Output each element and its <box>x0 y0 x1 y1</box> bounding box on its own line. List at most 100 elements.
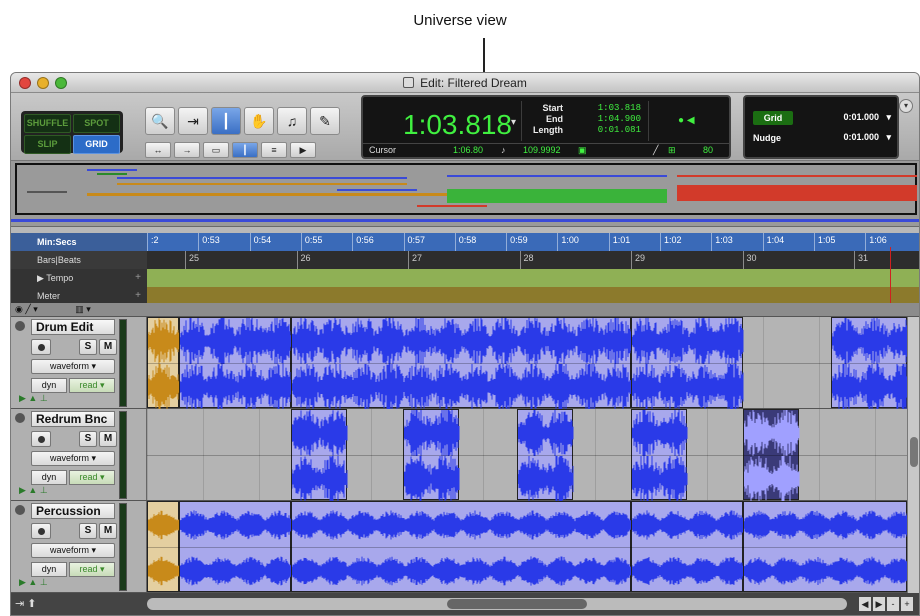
zoom-plus-icon[interactable]: + <box>901 597 913 611</box>
track-redrum-bnc: Redrum Bnc S Mwaveform ▾ dyn read ▾ ▶ ▲ ⊥ <box>11 409 919 502</box>
counter-menu-arrow-icon[interactable]: ▾ <box>511 117 516 128</box>
selector-tool-icon[interactable]: ┃ <box>211 107 241 135</box>
zoom-in-icon[interactable]: → <box>174 142 200 158</box>
playlist-selector[interactable]: dyn <box>31 470 67 485</box>
horizontal-scroll-thumb[interactable] <box>447 599 587 609</box>
timebase-rulers: Min:Secs :2 0:53 0:54 0:55 0:56 0:57 0:58 0:59 1… <box>11 229 919 305</box>
end-label: End <box>546 114 563 124</box>
waveform-channel-right <box>180 548 292 594</box>
tempo-expand-icon[interactable]: ▶ <box>37 273 46 283</box>
track-input-icons[interactable]: ▶ ▲ ⊥ <box>19 577 48 588</box>
universe-view[interactable] <box>11 161 919 227</box>
minsecs-ruler-label[interactable]: Min:Secs <box>11 233 147 251</box>
slip-mode-button[interactable]: SLIP <box>24 135 71 154</box>
universe-visible-area[interactable] <box>15 163 917 215</box>
zoomer-tool-icon[interactable]: 🔍 <box>145 107 175 135</box>
grid-row[interactable]: Grid 0:01.000 ▾ <box>753 111 893 127</box>
track-playlist-area[interactable] <box>147 501 919 592</box>
playlist-selector[interactable]: dyn <box>31 562 67 577</box>
audio-zoom-icon[interactable]: ┃ <box>232 142 258 158</box>
minsecs-tick: 0:58 <box>454 233 476 251</box>
automation-mode-selector[interactable]: read ▾ <box>69 470 115 485</box>
main-counter-value[interactable]: 1:03.818 <box>403 109 512 141</box>
bars-ruler[interactable]: Bars|Beats 25 26 27 28 29 30 31 <box>11 251 919 269</box>
waveform-channel-right <box>292 364 632 410</box>
nudge-row[interactable]: Nudge 0:01.000 ▾ <box>753 131 893 147</box>
tempo-ruler-track[interactable] <box>147 269 919 287</box>
track-level-meter <box>119 503 127 591</box>
mute-button[interactable]: M <box>99 339 117 355</box>
mute-button[interactable]: M <box>99 431 117 447</box>
track-name-field[interactable]: Drum Edit <box>31 319 115 335</box>
waveform-channel-right <box>518 456 574 502</box>
grid-dropdown-icon[interactable]: ▾ <box>886 112 891 123</box>
track-name-field[interactable]: Percussion <box>31 503 115 519</box>
start-value[interactable]: 1:03.818 <box>585 103 641 114</box>
record-enable-button[interactable] <box>31 523 51 539</box>
zoom-minus-icon[interactable]: - <box>887 597 899 611</box>
universe-clip <box>117 183 407 185</box>
track-expand-icon[interactable] <box>15 321 25 331</box>
waveform-channel-right <box>632 364 744 410</box>
zoom-preset-icon[interactable]: ▭ <box>203 142 229 158</box>
track-input-icons[interactable]: ▶ ▲ ⊥ <box>19 485 48 496</box>
track-input-icons[interactable]: ▶ ▲ ⊥ <box>19 393 48 404</box>
pencil-nudge-icon[interactable]: ╱ <box>653 145 658 156</box>
shuffle-mode-button[interactable]: SHUFFLE <box>24 114 71 133</box>
pencil-tool-icon[interactable]: ✎ <box>310 107 340 135</box>
minsecs-tick: :2 <box>147 233 159 251</box>
bars-tick: 28 <box>519 251 534 269</box>
mute-button[interactable]: M <box>99 523 117 539</box>
channel-divider <box>147 455 919 456</box>
tempo-ruler-label[interactable]: ▶ Tempo + <box>11 269 147 287</box>
track-playlist-area[interactable] <box>147 409 919 502</box>
scroll-left-icon[interactable]: ◀ <box>859 597 871 611</box>
track-name-field[interactable]: Redrum Bnc <box>31 411 115 427</box>
vertical-scroll-thumb[interactable] <box>910 437 918 467</box>
track-view-selector[interactable]: waveform ▾ <box>31 359 115 374</box>
nudge-dropdown-icon[interactable]: ▾ <box>886 132 891 143</box>
minsecs-ruler-track[interactable]: :2 0:53 0:54 0:55 0:56 0:57 0:58 0:59 1:00 1:01 1:… <box>147 233 919 251</box>
scrubber-tool-icon[interactable]: ♫ <box>277 107 307 135</box>
zoom-toggle-icon[interactable]: ▶ <box>290 142 316 158</box>
track-view-selector[interactable]: waveform ▾ <box>31 543 115 558</box>
track-expand-icon[interactable] <box>15 505 25 515</box>
grabber-tool-icon[interactable]: ✋ <box>244 107 274 135</box>
solo-button[interactable]: S <box>79 523 97 539</box>
solo-button[interactable]: S <box>79 339 97 355</box>
automation-mode-selector[interactable]: read ▾ <box>69 562 115 577</box>
minsecs-tick: 1:05 <box>813 233 835 251</box>
bars-ruler-label[interactable]: Bars|Beats <box>11 251 147 269</box>
nudge-grid-icon[interactable]: ⊞ <box>668 145 676 156</box>
vertical-scrollbar[interactable] <box>907 317 919 593</box>
track-options-icons[interactable]: ◉ ╱ ▾ ▥ ▾ <box>15 304 91 315</box>
scroll-right-icon[interactable]: ▶ <box>873 597 885 611</box>
solo-button[interactable]: S <box>79 431 97 447</box>
length-value[interactable]: 0:01.081 <box>585 125 641 136</box>
horizontal-scrollbar[interactable] <box>147 598 847 610</box>
toolbar-menu-icon[interactable]: ▾ <box>899 99 913 113</box>
automation-mode-selector[interactable]: read ▾ <box>69 378 115 393</box>
track-view-selector[interactable]: waveform ▾ <box>31 451 115 466</box>
click-icon[interactable]: ▣ <box>578 145 587 156</box>
record-enable-button[interactable] <box>31 339 51 355</box>
track-list-toggle-icon[interactable]: ⇥ ⬆ <box>15 597 37 610</box>
midi-zoom-icon[interactable]: ≡ <box>261 142 287 158</box>
end-value[interactable]: 1:04.900 <box>585 114 641 125</box>
track-expand-icon[interactable] <box>15 413 25 423</box>
zoom-out-icon[interactable]: ↔ <box>145 142 171 158</box>
universe-clip <box>27 191 67 193</box>
add-tempo-icon[interactable]: + <box>135 269 141 287</box>
track-playlist-area[interactable] <box>147 317 919 410</box>
bars-ruler-track[interactable]: 25 26 27 28 29 30 31 <box>147 251 919 269</box>
trimmer-tool-icon[interactable]: ⇥ <box>178 107 208 135</box>
meter-label-text: Meter <box>37 291 61 301</box>
track-header: Redrum Bnc S Mwaveform ▾ dyn read ▾ ▶ ▲ ⊥ <box>11 409 147 500</box>
spot-mode-button[interactable]: SPOT <box>73 114 120 133</box>
minsecs-ruler[interactable]: Min:Secs :2 0:53 0:54 0:55 0:56 0:57 0:58 0:59 1… <box>11 233 919 251</box>
record-enable-button[interactable] <box>31 431 51 447</box>
grid-mode-button[interactable]: GRID <box>73 135 120 154</box>
playlist-selector[interactable]: dyn <box>31 378 67 393</box>
tempo-ruler[interactable]: ▶ Tempo + <box>11 269 919 287</box>
waveform-channel-right <box>632 548 744 594</box>
